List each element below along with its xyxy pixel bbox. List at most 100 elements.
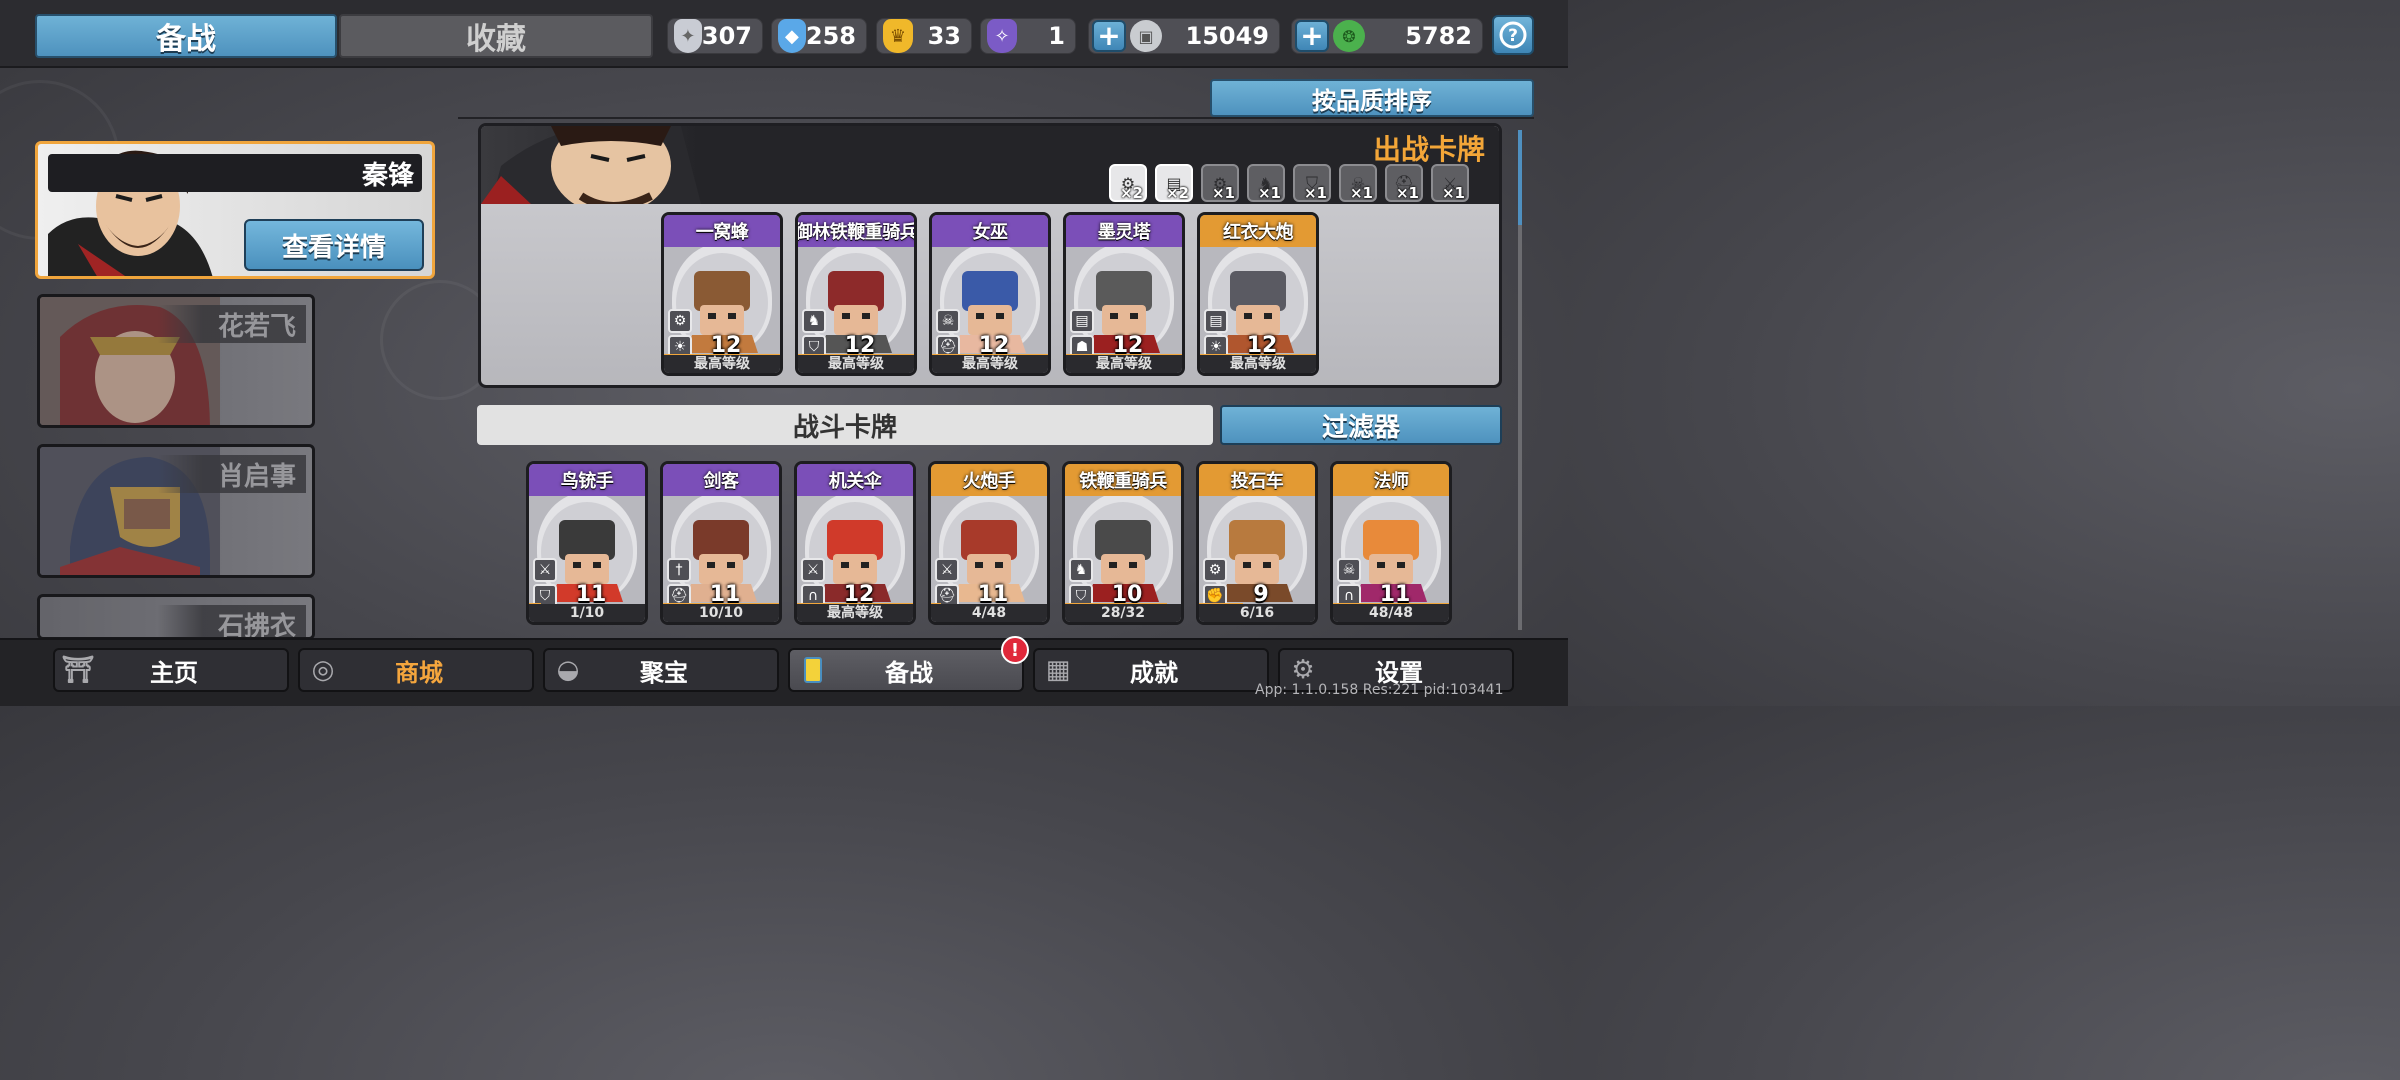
filter-button[interactable]: 过滤器 [1220, 405, 1502, 445]
nav-prepare[interactable]: 备战 [788, 648, 1024, 692]
deck-hero-portrait [481, 126, 701, 204]
hero-name: 秦锋 [48, 154, 422, 192]
pagoda-icon: ⛩ [61, 655, 95, 685]
horse-icon: ♞ [1069, 558, 1093, 582]
svg-text:?: ? [1508, 26, 1518, 46]
unit-name: 法师 [1333, 464, 1449, 496]
tab-prepare[interactable]: 备战 [35, 14, 337, 58]
synergy-buff-wall[interactable]: ▤ ×2 [1155, 164, 1193, 202]
nav-shop[interactable]: ◎ 商城 [298, 648, 534, 692]
resource-purple-badge: ✧ 1 [980, 18, 1076, 54]
buff-count: ×1 [1257, 184, 1281, 202]
buff-count: ×2 [1119, 184, 1143, 202]
resource-blue-crystal: ◆ 258 [771, 18, 867, 54]
sort-by-quality-button[interactable]: 按品质排序 [1210, 79, 1534, 117]
hero-portrait [40, 597, 220, 640]
synergy-buff-shield[interactable]: ⛉ ×1 [1293, 164, 1331, 202]
blocks-icon: ▦ [1045, 655, 1071, 685]
purple-badge-icon: ✧ [987, 19, 1017, 53]
sword-icon: † [667, 558, 691, 582]
unit-name: 机关伞 [797, 464, 913, 496]
unit-card[interactable]: 火炮手 ⚔ ⛑ 11 4/48 [928, 461, 1050, 625]
unit-card[interactable]: 女巫 ☠ ⛑ 12 最高等级 [929, 212, 1051, 376]
unit-card[interactable]: 一窝蜂 ⚙ ☀ 12 最高等级 [661, 212, 783, 376]
synergy-buff-helmet[interactable]: ⛑ ×1 [1385, 164, 1423, 202]
unit-name: 墨灵塔 [1066, 215, 1182, 247]
view-details-button[interactable]: 查看详情 [244, 219, 424, 271]
buff-count: ×1 [1441, 184, 1465, 202]
unit-progress-label: 28/32 [1065, 604, 1181, 622]
synergy-buff-row: ⚙ ×2 ▤ ×2 ⚙ ×1 ♞ ×1 ⛉ ×1 ☠ ×1 ⛑ ×1 ⚔ ×1 [1109, 164, 1469, 202]
unit-progress-label: 最高等级 [798, 355, 914, 373]
nav-achievements[interactable]: ▦ 成就 [1033, 648, 1269, 692]
wall-icon: ▤ [1070, 309, 1094, 333]
synergy-buff-crossed-swords[interactable]: ⚔ ×1 [1431, 164, 1469, 202]
synergy-buff-gear[interactable]: ⚙ ×2 [1109, 164, 1147, 202]
silver-gem-icon: ✦ [674, 19, 702, 53]
unit-card[interactable]: 投石车 ⚙ ✊ 9 6/16 [1196, 461, 1318, 625]
buff-count: ×1 [1211, 184, 1235, 202]
top-bar: 备战 收藏 ✦ 307 ◆ 258 ♛ 33 ✧ 1 + ▣ 15049 + ❂… [0, 0, 1568, 68]
unit-progress-label: 48/48 [1333, 604, 1449, 622]
unit-card[interactable]: 鸟铳手 ⚔ ⛉ 11 1/10 [526, 461, 648, 625]
currency-silver-coin: + ▣ 15049 [1088, 18, 1280, 54]
unit-name: 御林铁鞭重骑兵 [798, 215, 914, 247]
unit-progress-label: 10/10 [663, 604, 779, 622]
unit-card[interactable]: 机关伞 ⚔ ∩ 12 最高等级 [794, 461, 916, 625]
skull-icon: ☠ [1337, 558, 1361, 582]
synergy-buff-gear[interactable]: ⚙ ×1 [1201, 164, 1239, 202]
unit-name: 女巫 [932, 215, 1048, 247]
buy-silver-plus-button[interactable]: + [1092, 20, 1126, 52]
buff-count: ×1 [1349, 184, 1373, 202]
skull-icon: ☠ [936, 309, 960, 333]
buff-count: ×1 [1395, 184, 1419, 202]
cards-icon [796, 653, 830, 687]
unit-card[interactable]: 铁鞭重骑兵 ♞ ⛉ 10 28/32 [1062, 461, 1184, 625]
unit-card[interactable]: 法师 ☠ ∩ 11 48/48 [1330, 461, 1452, 625]
unit-card[interactable]: 红衣大炮 ▤ ☀ 12 最高等级 [1197, 212, 1319, 376]
gold-badge-icon: ♛ [883, 19, 913, 53]
buff-count: ×1 [1303, 184, 1327, 202]
scrollbar-thumb[interactable] [1518, 130, 1522, 225]
divider [458, 117, 1534, 119]
unit-progress-label: 最高等级 [797, 604, 913, 622]
unit-name: 铁鞭重骑兵 [1065, 464, 1181, 496]
unit-name: 红衣大炮 [1200, 215, 1316, 247]
tab-collection[interactable]: 收藏 [339, 14, 653, 58]
hero-name: 石拂衣 [157, 605, 306, 637]
unit-name: 一窝蜂 [664, 215, 780, 247]
crossed-swords-icon: ⚔ [801, 558, 825, 582]
nav-treasure[interactable]: ◒ 聚宝 [543, 648, 779, 692]
nav-home[interactable]: ⛩ 主页 [53, 648, 289, 692]
unit-progress-label: 1/10 [529, 604, 645, 622]
synergy-buff-horse[interactable]: ♞ ×1 [1247, 164, 1285, 202]
crossed-swords-icon: ⚔ [533, 558, 557, 582]
resource-silver-gem: ✦ 307 [667, 18, 763, 54]
unit-card[interactable]: 墨灵塔 ▤ ☗ 12 最高等级 [1063, 212, 1185, 376]
gear-icon: ⚙ [1203, 558, 1227, 582]
unit-name: 剑客 [663, 464, 779, 496]
unit-name: 投石车 [1199, 464, 1315, 496]
hero-portrait [40, 297, 220, 425]
help-button[interactable]: ? [1492, 15, 1534, 55]
version-info: App: 1.1.0.158 Res:221 pid:103441 [1255, 682, 1504, 698]
unit-progress-label: 最高等级 [932, 355, 1048, 373]
deck-panel: 出战卡牌 ⚙ ×2 ▤ ×2 ⚙ ×1 ♞ ×1 ⛉ ×1 ☠ ×1 ⛑ ×1 ⚔ ×1 一窝蜂 ⚙ ☀ 12 最高等… [478, 123, 1502, 388]
hero-card[interactable]: 肖启事 [37, 444, 315, 578]
currency-jade-coin: + ❂ 5782 [1291, 18, 1483, 54]
hero-name: 肖启事 [157, 455, 306, 493]
resource-gold-badge: ♛ 33 [876, 18, 972, 54]
hero-card[interactable]: 石拂衣 [37, 594, 315, 640]
unit-card[interactable]: 剑客 † ⛑ 11 10/10 [660, 461, 782, 625]
hero-portrait [40, 447, 220, 575]
treasure-bowl-icon: ◒ [556, 655, 580, 685]
horse-icon: ♞ [802, 309, 826, 333]
unit-progress-label: 最高等级 [1200, 355, 1316, 373]
buy-jade-plus-button[interactable]: + [1295, 20, 1329, 52]
hero-card[interactable]: 花若飞 [37, 294, 315, 428]
unit-progress-label: 4/48 [931, 604, 1047, 622]
unit-name: 鸟铳手 [529, 464, 645, 496]
unit-card[interactable]: 御林铁鞭重骑兵 ♞ ⛉ 12 最高等级 [795, 212, 917, 376]
synergy-buff-skull[interactable]: ☠ ×1 [1339, 164, 1377, 202]
hero-card-selected[interactable]: 秦锋 查看详情 [35, 141, 435, 279]
